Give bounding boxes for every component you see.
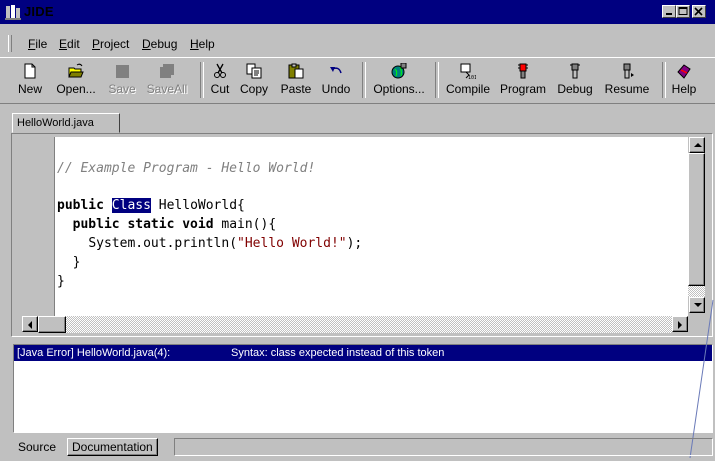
scroll-right-button[interactable] [672, 316, 688, 332]
toolbar-separator [200, 62, 204, 98]
window-title: JIDE [24, 4, 54, 19]
error-text: Syntax: class expected instead of this t… [231, 347, 445, 359]
compile-button[interactable]: 101 Compile [444, 60, 492, 100]
menu-project-label: Project [92, 37, 130, 51]
help-label: Help [671, 82, 697, 96]
code-call: System.out.println( [88, 236, 238, 251]
save-button[interactable]: Save [105, 60, 139, 100]
error-message-row[interactable]: [Java Error] HelloWorld.java(4): Syntax:… [14, 345, 712, 361]
tab-source[interactable]: Source [14, 437, 60, 457]
selected-text: Class [111, 198, 151, 213]
scroll-up-button[interactable] [689, 137, 705, 153]
code-call-end: ); [346, 236, 363, 251]
save-label: Save [108, 82, 136, 96]
new-button[interactable]: New [14, 60, 46, 100]
keyword: public static void [72, 217, 214, 232]
scissors-icon [212, 63, 228, 79]
copy-button[interactable]: Copy [238, 60, 270, 100]
cut-button[interactable]: Cut [208, 60, 232, 100]
string-literal: "Hello World!" [237, 236, 347, 251]
program-run-icon [515, 63, 531, 79]
compile-label: Compile [445, 82, 490, 96]
code-line-close-class: } [57, 274, 65, 289]
help-book-icon [676, 63, 692, 79]
resume-icon [619, 63, 635, 79]
saveall-label: SaveAll [146, 82, 188, 96]
menu-help-label: Help [190, 37, 215, 51]
maximize-button[interactable] [676, 5, 690, 18]
tab-label: HelloWorld.java [17, 117, 94, 129]
menu-file-label: File [28, 37, 48, 51]
options-globe-icon [391, 62, 407, 79]
open-button[interactable]: Open... [54, 60, 98, 100]
closing-brace: } [72, 255, 81, 270]
options-button[interactable]: Options... [370, 60, 428, 100]
program-label: Program [499, 82, 546, 96]
paste-button[interactable]: Paste [278, 60, 314, 100]
editor-gutter [14, 137, 54, 316]
resume-button[interactable]: Resume [603, 60, 651, 100]
minimize-button[interactable] [662, 5, 676, 18]
code-comment: // Example Program - Hello World! [57, 161, 316, 176]
menu-help[interactable]: Help [190, 37, 215, 51]
undo-label: Undo [321, 82, 351, 96]
tab-helloworld-java[interactable]: HelloWorld.java [12, 113, 120, 133]
save-disk-icon [114, 63, 130, 79]
copy-label: Copy [239, 82, 268, 96]
undo-button[interactable]: Undo [320, 60, 352, 100]
undo-arrow-icon [328, 63, 344, 79]
tab-documentation-label: Documentation [72, 440, 153, 454]
options-label: Options... [373, 82, 425, 96]
menu-edit[interactable]: Edit [59, 37, 80, 51]
status-field [174, 438, 713, 456]
tab-source-label: Source [18, 440, 57, 454]
new-label: New [17, 82, 42, 96]
scroll-left-button[interactable] [22, 316, 38, 332]
close-button[interactable] [692, 5, 706, 18]
paste-label: Paste [280, 82, 312, 96]
toolbar-separator [362, 62, 366, 98]
resume-label: Resume [604, 82, 650, 96]
debug-button[interactable]: Debug [555, 60, 595, 100]
cut-label: Cut [210, 82, 230, 96]
menu-project[interactable]: Project [92, 37, 129, 51]
class-name: HelloWorld{ [158, 198, 245, 213]
compile-icon: 101 [460, 63, 477, 81]
help-button[interactable]: Help [670, 60, 698, 100]
toolbar-separator [662, 62, 666, 98]
program-button[interactable]: Program [498, 60, 548, 100]
error-location: [Java Error] HelloWorld.java(4): [17, 347, 171, 359]
debug-icon [567, 63, 583, 79]
paste-clipboard-icon [288, 63, 304, 79]
code-line-close-method: } [57, 255, 81, 270]
title-bar[interactable] [0, 0, 715, 24]
horizontal-scroll-thumb[interactable] [38, 316, 66, 333]
tab-documentation[interactable]: Documentation [67, 438, 158, 456]
open-label: Open... [56, 82, 96, 96]
scroll-down-button[interactable] [689, 297, 705, 313]
app-icon [5, 4, 21, 20]
closing-brace: } [57, 274, 65, 289]
horizontal-scroll-track[interactable] [38, 316, 672, 333]
debug-label: Debug [557, 82, 593, 96]
vertical-scroll-thumb[interactable] [688, 153, 705, 286]
keyword: public [57, 198, 104, 213]
new-file-icon [22, 63, 38, 79]
method-name: main(){ [221, 217, 277, 232]
menu-debug-label: Debug [142, 37, 178, 51]
saveall-button[interactable]: SaveAll [143, 60, 191, 100]
toolbar-separator [435, 62, 439, 98]
menu-debug[interactable]: Debug [142, 37, 177, 51]
save-all-icon [159, 63, 175, 79]
copy-icon [246, 63, 262, 79]
code-line-class: public Class HelloWorld{ [57, 198, 245, 213]
svg-text:101: 101 [468, 75, 476, 79]
code-line-main: public static void main(){ [57, 217, 277, 232]
menu-edit-label: Edit [59, 37, 80, 51]
menu-grip [8, 35, 12, 52]
code-line-println: System.out.println("Hello World!"); [57, 236, 362, 251]
menu-file[interactable]: File [28, 37, 47, 51]
open-folder-icon [68, 63, 84, 79]
